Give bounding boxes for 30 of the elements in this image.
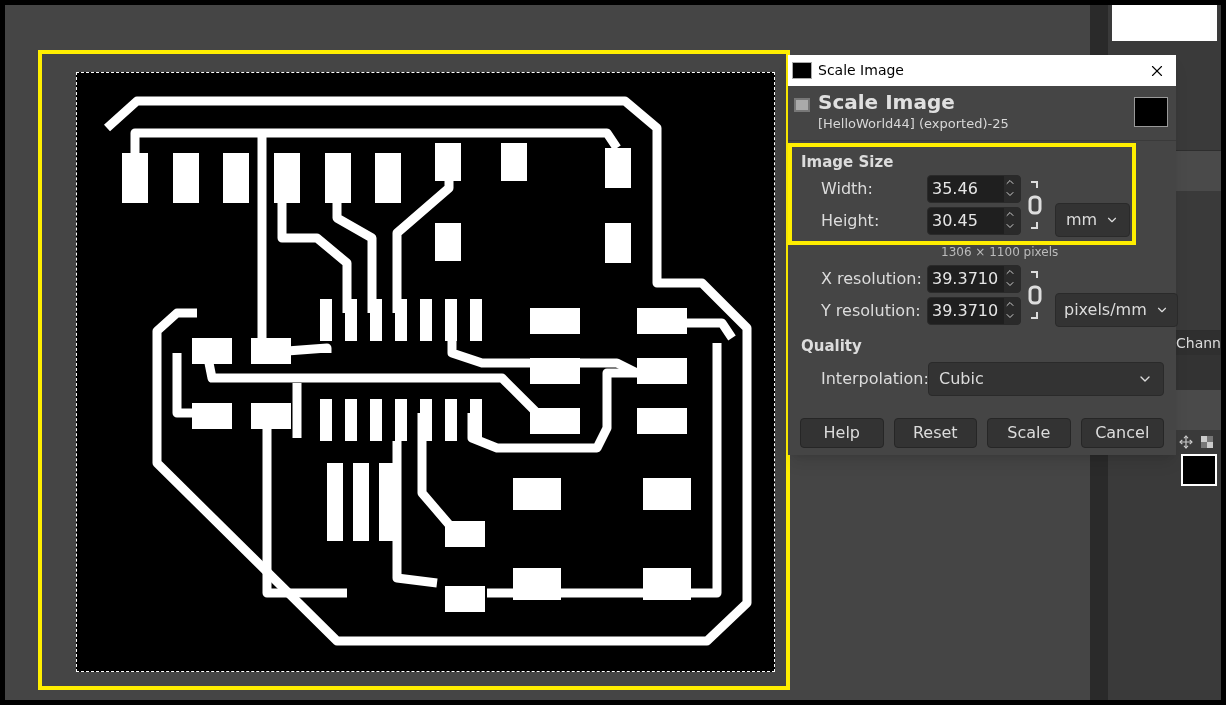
pixel-size-text: 1306 × 1100 pixels xyxy=(940,244,1060,261)
interpolation-dropdown[interactable]: Cubic xyxy=(928,361,1164,396)
number-field[interactable]: 30.45 xyxy=(927,207,1021,235)
section-heading: Image Size xyxy=(801,151,895,173)
image-icon xyxy=(794,97,810,112)
image-thumbnail xyxy=(1134,96,1168,127)
layer-thumbnail[interactable] xyxy=(1181,454,1217,486)
field-label: Width: xyxy=(821,178,874,200)
field-label: Height: xyxy=(821,210,881,232)
window-title: Scale Image xyxy=(818,61,905,80)
dialog-button[interactable]: Scale xyxy=(987,417,1071,448)
chain-link-icon[interactable] xyxy=(1027,269,1043,321)
chain-link-icon[interactable] xyxy=(1027,179,1043,231)
dialog-subtitle: [HelloWorld44] (exported)-25 xyxy=(818,115,1010,133)
number-field[interactable]: 39.3710 xyxy=(927,265,1021,293)
app-icon xyxy=(792,62,812,79)
number-field[interactable]: 39.3710 xyxy=(927,297,1021,325)
field-label: Y resolution: xyxy=(821,300,922,322)
unit-dropdown[interactable]: mm xyxy=(1055,203,1131,237)
dialog-heading: Scale Image xyxy=(818,90,956,114)
field-label: Interpolation: xyxy=(821,367,928,390)
resolution-unit-dropdown[interactable]: pixels/mm xyxy=(1055,293,1178,327)
section-heading: Quality xyxy=(801,336,863,357)
dialog-button[interactable]: Reset xyxy=(893,417,977,448)
dialog-button[interactable]: Cancel xyxy=(1080,417,1164,448)
move-icon[interactable] xyxy=(1179,435,1193,449)
field-label: X resolution: xyxy=(821,268,923,290)
number-field[interactable]: 35.46 xyxy=(927,175,1021,203)
checker-icon[interactable] xyxy=(1201,436,1213,448)
dialog-button[interactable]: Help xyxy=(800,417,884,448)
